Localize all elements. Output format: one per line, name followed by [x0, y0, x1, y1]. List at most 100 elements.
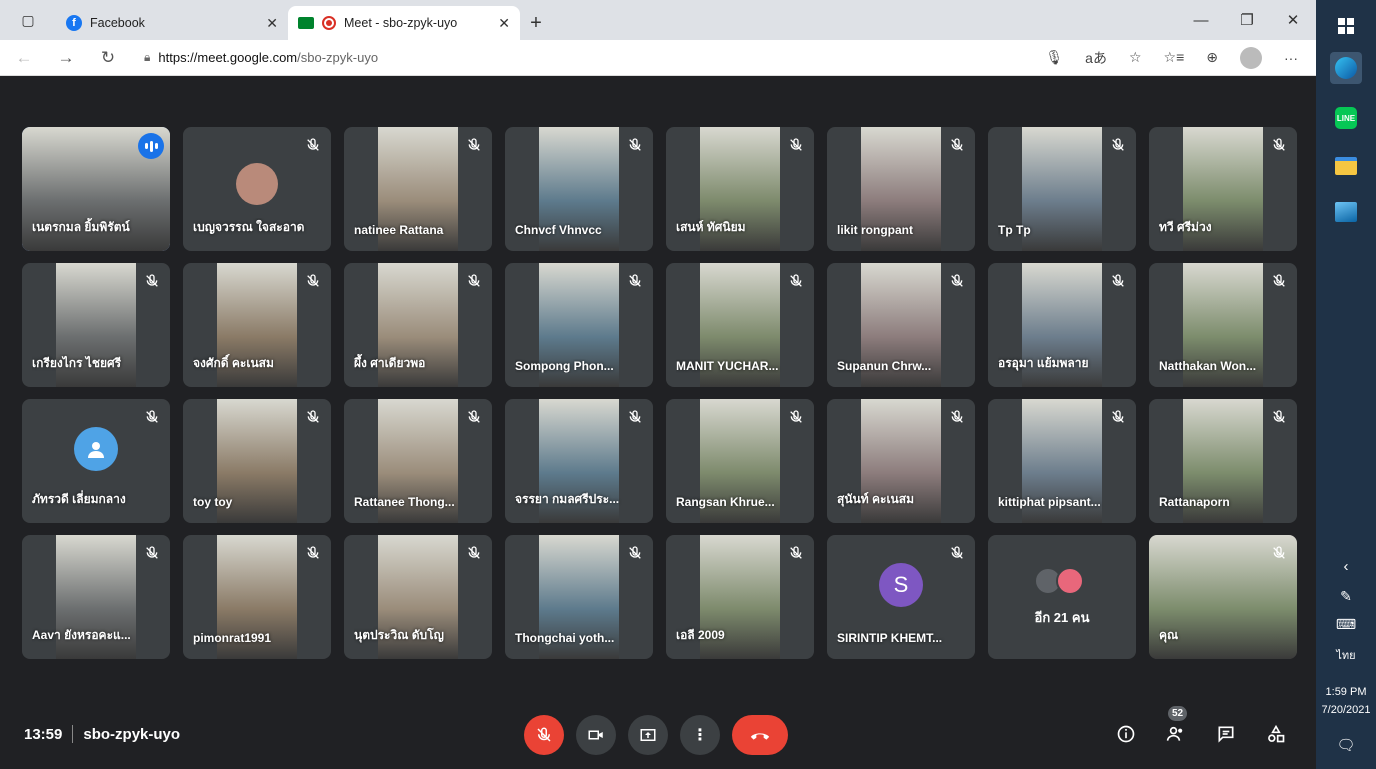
participant-tile[interactable]: สุนันท์ คะเนสม: [827, 399, 975, 523]
avatar: [1056, 567, 1084, 595]
participant-tile[interactable]: pimonrat1991: [183, 535, 331, 659]
chat-button[interactable]: [1212, 720, 1240, 748]
participant-tile[interactable]: เบญจวรรณ ใจสะอาด: [183, 127, 331, 251]
participant-tile[interactable]: จงศักดิ์ คะเนสม: [183, 263, 331, 387]
photos-icon[interactable]: [1330, 196, 1362, 228]
participant-name: Sompong Phon...: [515, 359, 614, 373]
file-explorer-icon[interactable]: [1330, 150, 1362, 182]
mic-off-icon: [1110, 273, 1126, 289]
line-icon[interactable]: LINE: [1330, 102, 1362, 134]
tab-meet[interactable]: Meet - sbo-zpyk-uyo ✕: [288, 6, 520, 40]
more-participants-tile[interactable]: อีก 21 คน: [988, 535, 1136, 659]
participant-tile[interactable]: S SIRINTIP KHEMT...: [827, 535, 975, 659]
participant-tile[interactable]: Rattanaporn: [1149, 399, 1297, 523]
tab-actions-icon[interactable]: ▢: [21, 12, 34, 29]
right-controls: 52: [1112, 706, 1290, 748]
camera-icon: [588, 730, 603, 740]
participant-name: Supanun Chrw...: [837, 359, 932, 373]
participant-name: Thongchai yoth...: [515, 631, 615, 645]
participant-name: Aavา ยังหรอคะแ...: [32, 628, 131, 642]
participant-tile[interactable]: Thongchai yoth...: [505, 535, 653, 659]
participant-name: ทวี ศรีม่วง: [1159, 220, 1212, 234]
mic-off-icon: [305, 273, 321, 289]
forward-icon[interactable]: →: [52, 48, 80, 68]
read-aloud-icon[interactable]: aあ: [1085, 48, 1107, 68]
windows-taskbar: LINE ‹ ✎ ⌨ ไทย 1:59 PM 7/20/2021 🗨︎: [1316, 0, 1376, 769]
participant-tile[interactable]: เอลี 2009: [666, 535, 814, 659]
close-window-icon[interactable]: ✕: [1270, 11, 1316, 29]
keyboard-icon[interactable]: ⌨: [1316, 616, 1376, 633]
activities-button[interactable]: [1262, 720, 1290, 748]
participant-name: likit rongpant: [837, 223, 913, 237]
participant-tile[interactable]: เกรียงไกร ไชยศรี: [22, 263, 170, 387]
mic-off-button[interactable]: [524, 715, 564, 755]
participant-tile[interactable]: เนตรกมล ยิ้มพิรัตน์: [22, 127, 170, 251]
language-indicator[interactable]: ไทย: [1316, 646, 1376, 664]
participant-name: จรรยา กมลศรีประ...: [515, 492, 620, 506]
clock-time[interactable]: 1:59 PM: [1316, 686, 1376, 698]
avatar-stack: [1034, 567, 1084, 595]
participant-tile[interactable]: ผึ้ง ศาเดียวพอ: [344, 263, 492, 387]
favorite-add-icon[interactable]: ☆: [1129, 49, 1142, 66]
participant-name: เสนห์ ทัศนิยม: [676, 220, 746, 234]
mic-off-icon: [949, 545, 965, 561]
profile-avatar[interactable]: [1240, 46, 1262, 69]
microphone-icon[interactable]: 🎙︎: [1045, 49, 1063, 66]
close-icon[interactable]: ✕: [498, 15, 510, 32]
participant-tile[interactable]: toy toy: [183, 399, 331, 523]
participant-tile[interactable]: likit rongpant: [827, 127, 975, 251]
clock-date[interactable]: 7/20/2021: [1316, 704, 1376, 716]
participant-name: ผึ้ง ศาเดียวพอ: [354, 356, 426, 370]
meeting-info: 13:59 sbo-zpyk-uyo: [24, 725, 180, 743]
tab-facebook[interactable]: f Facebook ✕: [56, 6, 288, 40]
participant-tile[interactable]: จรรยา กมลศรีประ...: [505, 399, 653, 523]
notification-icon[interactable]: 🗨︎: [1316, 736, 1376, 754]
address-bar: ← → ↻ 🔒︎ https://meet.google.com/sbo-zpy…: [0, 40, 1316, 76]
participant-tile[interactable]: Aavา ยังหรอคะแ...: [22, 535, 170, 659]
mic-off-icon: [627, 137, 643, 153]
close-icon[interactable]: ✕: [266, 15, 278, 32]
participant-tile[interactable]: เสนห์ ทัศนิยม: [666, 127, 814, 251]
participant-tile[interactable]: ภัทรวดี เลี่ยมกลาง: [22, 399, 170, 523]
participant-tile[interactable]: Rangsan Khrue...: [666, 399, 814, 523]
chat-icon: [1218, 726, 1234, 743]
participant-name: เบญจวรรณ ใจสะอาด: [193, 220, 305, 234]
edge-icon[interactable]: [1330, 52, 1362, 84]
restore-icon[interactable]: ❐: [1224, 11, 1270, 29]
participant-tile[interactable]: Supanun Chrw...: [827, 263, 975, 387]
more-options-button[interactable]: ⋮: [680, 715, 720, 755]
person-icon: [88, 441, 104, 458]
participant-name: Rattanaporn: [1159, 495, 1230, 509]
participant-tile[interactable]: Tp Tp: [988, 127, 1136, 251]
participant-tile[interactable]: Sompong Phon...: [505, 263, 653, 387]
new-tab-button[interactable]: +: [520, 6, 552, 40]
back-icon[interactable]: ←: [10, 48, 38, 68]
favorites-icon[interactable]: ☆≡: [1164, 49, 1185, 66]
mic-off-icon: [305, 409, 321, 425]
pen-icon[interactable]: ✎: [1316, 588, 1376, 605]
refresh-icon[interactable]: ↻: [94, 48, 122, 68]
url-field[interactable]: 🔒︎ https://meet.google.com/sbo-zpyk-uyo: [136, 44, 1031, 72]
present-button[interactable]: [628, 715, 668, 755]
participant-tile[interactable]: นุตประวิณ ดับโญ: [344, 535, 492, 659]
chevron-left-icon[interactable]: ‹: [1316, 558, 1376, 575]
participant-tile[interactable]: Chnvcf Vhnvcc: [505, 127, 653, 251]
participant-tile[interactable]: MANIT YUCHAR...: [666, 263, 814, 387]
meeting-details-button[interactable]: [1112, 720, 1140, 748]
start-icon[interactable]: [1330, 10, 1362, 42]
camera-button[interactable]: [576, 715, 616, 755]
facebook-icon: f: [66, 15, 82, 31]
minimize-icon[interactable]: —: [1178, 12, 1224, 29]
participant-tile[interactable]: kittiphat pipsant...: [988, 399, 1136, 523]
participant-tile[interactable]: ทวี ศรีม่วง: [1149, 127, 1297, 251]
participant-tile[interactable]: natinee Rattana: [344, 127, 492, 251]
participant-tile[interactable]: คุณ: [1149, 535, 1297, 659]
more-icon[interactable]: ···: [1284, 50, 1298, 66]
participant-tile[interactable]: Natthakan Won...: [1149, 263, 1297, 387]
mic-off-icon: [1271, 137, 1287, 153]
collections-icon[interactable]: ⊕: [1206, 49, 1218, 66]
participant-tile[interactable]: Rattanee Thong...: [344, 399, 492, 523]
leave-call-button[interactable]: [732, 715, 788, 755]
people-button[interactable]: 52: [1162, 706, 1190, 748]
participant-tile[interactable]: อรอุมา แย้มพลาย: [988, 263, 1136, 387]
